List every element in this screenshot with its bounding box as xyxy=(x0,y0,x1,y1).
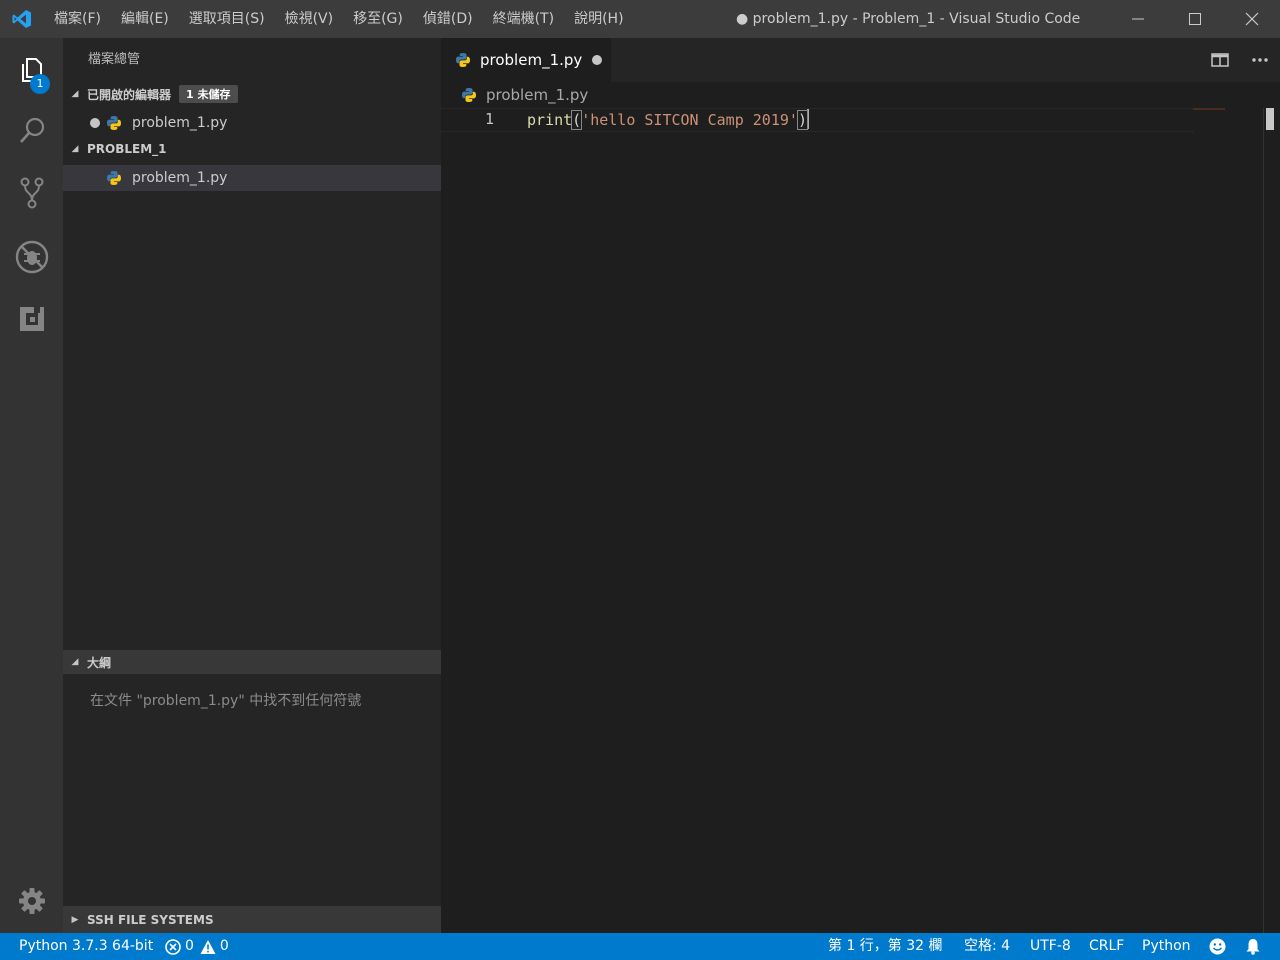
python-interpreter[interactable]: Python 3.7.3 64-bit xyxy=(19,933,153,960)
debug-icon xyxy=(15,240,48,274)
vertical-scrollbar[interactable] xyxy=(1263,108,1277,938)
window-controls xyxy=(1109,0,1280,38)
gear-icon xyxy=(18,888,45,914)
explorer-sidebar: 檔案總管 ◢ 已開啟的編輯器 1 未儲存 problem_1.py ◢ PROB… xyxy=(63,38,441,933)
search-button[interactable] xyxy=(0,101,63,161)
explorer-button[interactable]: 1 xyxy=(0,40,63,100)
menu-debug[interactable]: 偵錯(D) xyxy=(413,0,483,38)
tab-label: problem_1.py xyxy=(480,51,583,69)
debug-button[interactable] xyxy=(0,227,63,287)
scrollbar-slider[interactable] xyxy=(1266,108,1274,130)
ssh-header[interactable]: ▶ SSH FILE SYSTEMS xyxy=(63,906,441,933)
more-actions-button[interactable] xyxy=(1240,38,1280,82)
editor-actions xyxy=(1200,38,1280,82)
extensions-button[interactable] xyxy=(0,289,63,349)
file-item[interactable]: problem_1.py xyxy=(63,165,441,191)
source-control-button[interactable] xyxy=(0,163,63,223)
code-string: 'hello SITCON Camp 2019' xyxy=(581,111,798,129)
chevron-down-icon: ◢ xyxy=(71,89,79,99)
unsaved-dot-icon xyxy=(90,118,100,128)
menu-selection[interactable]: 選取項目(S) xyxy=(179,0,275,38)
menu-terminal[interactable]: 終端機(T) xyxy=(483,0,564,38)
error-icon xyxy=(165,938,181,955)
close-icon xyxy=(1245,12,1258,26)
minimize-icon xyxy=(1131,18,1144,20)
code-line[interactable]: print('hello SITCON Camp 2019') xyxy=(527,109,809,131)
tab-problem-1[interactable]: problem_1.py xyxy=(441,38,611,82)
line-number: 1 xyxy=(485,110,495,128)
unsaved-dot-icon[interactable] xyxy=(592,55,602,65)
menu-view[interactable]: 檢視(V) xyxy=(275,0,344,38)
language-mode[interactable]: Python xyxy=(1142,933,1191,960)
breadcrumb-file: problem_1.py xyxy=(486,86,589,104)
extensions-icon xyxy=(19,307,44,331)
python-file-icon xyxy=(456,53,470,67)
feedback-button[interactable] xyxy=(1209,933,1226,960)
encoding[interactable]: UTF-8 xyxy=(1030,933,1071,960)
unsaved-badge: 1 未儲存 xyxy=(179,85,238,103)
search-icon xyxy=(19,117,44,143)
open-editors-header[interactable]: ◢ 已開啟的編輯器 1 未儲存 xyxy=(63,82,441,106)
menu-file[interactable]: 檔案(F) xyxy=(44,0,111,38)
chevron-right-icon: ▶ xyxy=(71,914,79,925)
line-ending[interactable]: CRLF xyxy=(1089,933,1124,960)
activity-bar: 1 xyxy=(0,38,63,933)
python-file-icon xyxy=(107,171,121,185)
manage-button[interactable] xyxy=(0,871,63,931)
file-item-name: problem_1.py xyxy=(132,170,228,186)
close-button[interactable] xyxy=(1223,0,1280,38)
minimap[interactable] xyxy=(1193,108,1225,110)
breadcrumb[interactable]: problem_1.py xyxy=(461,84,588,106)
minimize-button[interactable] xyxy=(1109,0,1166,38)
source-control-icon xyxy=(20,177,43,209)
chevron-down-icon: ◢ xyxy=(71,657,79,667)
code-function: print xyxy=(527,111,573,129)
indentation[interactable]: 空格: 4 xyxy=(964,933,1010,960)
menu-edit[interactable]: 編輯(E) xyxy=(111,0,179,38)
open-editor-item[interactable]: problem_1.py xyxy=(63,110,441,136)
sidebar-title: 檔案總管 xyxy=(88,52,141,67)
editor-area: problem_1.py problem_1.py 1 print('hello… xyxy=(441,38,1280,938)
tab-bar: problem_1.py xyxy=(441,38,1280,82)
ssh-label: SSH FILE SYSTEMS xyxy=(87,912,214,927)
maximize-button[interactable] xyxy=(1166,0,1223,38)
problems-indicator[interactable]: 0 0 xyxy=(165,933,229,960)
cursor-position[interactable]: 第 1 行，第 32 欄 xyxy=(828,933,943,960)
folder-header[interactable]: ◢ PROBLEM_1 xyxy=(63,137,441,161)
explorer-badge: 1 xyxy=(30,74,50,94)
warning-count: 0 xyxy=(219,938,229,954)
menu-bar: 檔案(F) 編輯(E) 選取項目(S) 檢視(V) 移至(G) 偵錯(D) 終端… xyxy=(44,0,634,38)
folder-label: PROBLEM_1 xyxy=(87,142,167,156)
split-editor-icon xyxy=(1211,53,1229,67)
python-file-icon xyxy=(462,88,476,102)
outline-label: 大綱 xyxy=(87,655,112,670)
outline-empty-message: 在文件 "problem_1.py" 中找不到任何符號 xyxy=(90,693,362,709)
code-close-paren: ) xyxy=(796,110,808,130)
open-editors-label: 已開啟的編輯器 xyxy=(87,87,172,102)
notifications-button[interactable] xyxy=(1245,933,1261,960)
text-cursor xyxy=(806,109,809,129)
maximize-icon xyxy=(1188,13,1201,25)
outline-header[interactable]: ◢ 大綱 xyxy=(63,650,441,674)
menu-help[interactable]: 說明(H) xyxy=(564,0,633,38)
more-actions-icon xyxy=(1252,58,1268,62)
open-editor-filename: problem_1.py xyxy=(132,115,228,131)
warning-icon xyxy=(200,939,216,954)
vscode-logo-icon xyxy=(0,0,44,38)
python-file-icon xyxy=(107,116,121,130)
code-open-paren: ( xyxy=(571,110,583,130)
window-title: ● problem_1.py - Problem_1 - Visual Stud… xyxy=(736,11,1081,27)
chevron-down-icon: ◢ xyxy=(71,144,79,154)
feedback-smiley-icon xyxy=(1209,938,1226,955)
title-bar: 檔案(F) 編輯(E) 選取項目(S) 檢視(V) 移至(G) 偵錯(D) 終端… xyxy=(0,0,1280,38)
menu-go[interactable]: 移至(G) xyxy=(343,0,413,38)
error-count: 0 xyxy=(185,938,194,954)
notifications-bell-icon xyxy=(1246,939,1260,955)
status-bar: Python 3.7.3 64-bit 0 0 第 1 行，第 32 欄 空格:… xyxy=(0,933,1280,960)
split-editor-button[interactable] xyxy=(1200,38,1240,82)
